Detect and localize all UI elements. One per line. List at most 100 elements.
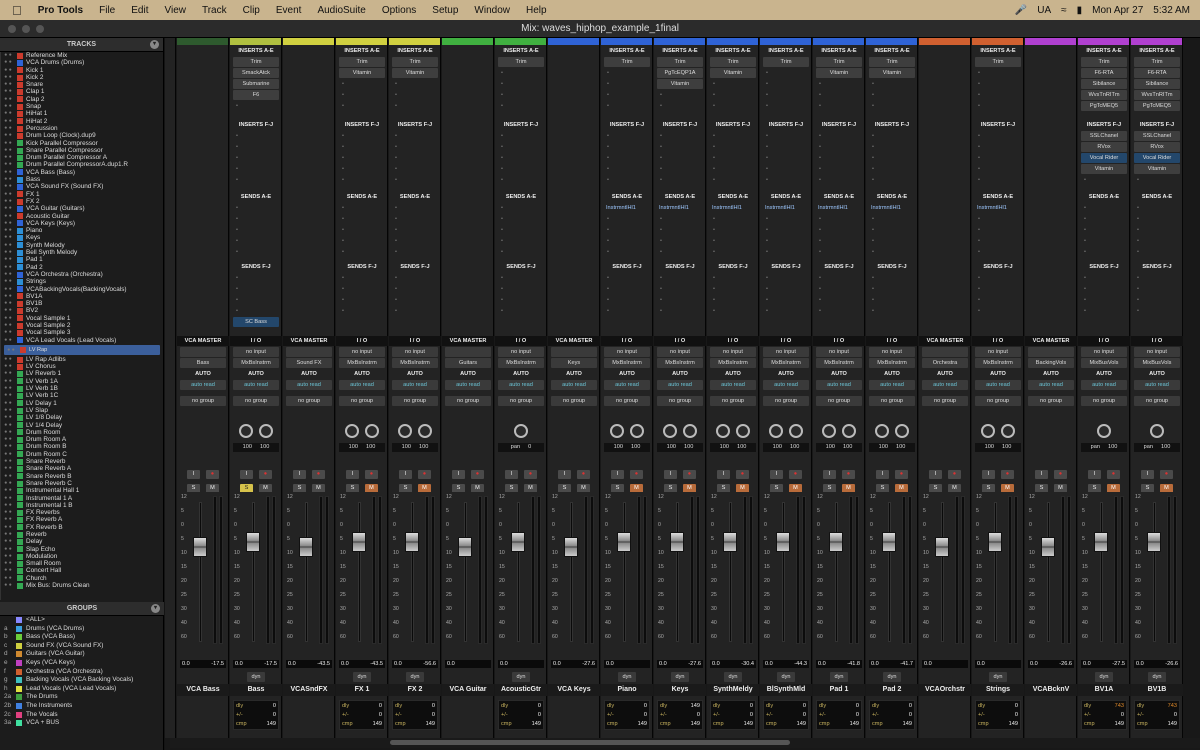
input-selector[interactable]: no input [869, 347, 915, 357]
empty-insert-slot[interactable]: • [816, 164, 862, 174]
show-hide-dot-icon[interactable]: ● ● [1, 473, 15, 480]
menu-event[interactable]: Event [268, 5, 310, 16]
insert-slot[interactable]: Vocal Rider [1081, 153, 1127, 163]
input-selector[interactable]: no input [392, 347, 438, 357]
empty-insert-slot[interactable]: • [657, 101, 703, 111]
empty-send-slot[interactable]: • [339, 306, 385, 316]
vca-assignment[interactable]: Sound FX [286, 358, 332, 368]
track-list-item[interactable]: ● ● LV Verb 1B [1, 385, 163, 392]
empty-insert-slot[interactable]: • [604, 101, 650, 111]
microphone-icon[interactable]: 🎤 [1010, 5, 1032, 16]
output-selector[interactable]: MxBsInstrm [498, 358, 544, 368]
empty-insert-slot[interactable]: • [233, 175, 279, 185]
menu-edit[interactable]: Edit [123, 5, 156, 16]
empty-insert-slot[interactable]: • [233, 101, 279, 111]
track-list-item[interactable]: ● ● LV Verb 1A [1, 378, 163, 385]
empty-send-slot[interactable]: • [604, 295, 650, 305]
empty-send-slot[interactable]: • [710, 306, 756, 316]
automation-mode-selector[interactable]: auto read [657, 380, 703, 390]
show-hide-dot-icon[interactable]: ● ● [1, 125, 15, 132]
battery-icon[interactable]: ▮ [1072, 5, 1088, 16]
empty-send-slot[interactable]: • [1134, 236, 1180, 246]
empty-send-slot[interactable]: • [869, 273, 915, 283]
menu-setup[interactable]: Setup [424, 5, 466, 16]
track-list-item[interactable]: ● ● Vocal Sample 3 [1, 329, 163, 336]
empty-insert-slot[interactable]: • [975, 90, 1021, 100]
pan-knob[interactable] [365, 424, 379, 438]
insert-slot[interactable]: Trim [392, 57, 438, 67]
empty-insert-slot[interactable]: • [763, 90, 809, 100]
insert-slot[interactable]: PgTcMEQ5 [1081, 101, 1127, 111]
empty-send-slot[interactable]: • [604, 306, 650, 316]
empty-insert-slot[interactable]: • [498, 79, 544, 89]
volume-fader[interactable] [617, 532, 631, 552]
empty-send-slot[interactable]: • [975, 214, 1021, 224]
show-hide-dot-icon[interactable]: ● ● [1, 315, 15, 322]
empty-send-slot[interactable]: • [710, 214, 756, 224]
track-list-item[interactable]: ● ● Reference Mix [1, 52, 163, 59]
group-selector[interactable]: no group [180, 396, 226, 406]
group-selector[interactable]: no group [869, 396, 915, 406]
show-hide-dot-icon[interactable]: ● ● [1, 234, 15, 241]
show-hide-dot-icon[interactable]: ● ● [1, 147, 15, 154]
track-name-plate[interactable]: AcousticGtr [495, 684, 547, 696]
track-list-item[interactable]: ● ● Synth Melody [1, 242, 163, 249]
group-list-item[interactable]: 2b The Instruments [0, 702, 164, 711]
output-selector[interactable]: MixBusVols [1081, 358, 1127, 368]
track-list-item[interactable]: ● ● Clap 1 [1, 88, 163, 95]
track-list-item[interactable]: ● ● Small Room [1, 560, 163, 567]
pan-knob[interactable] [1150, 424, 1164, 438]
vca-group-selector[interactable] [922, 347, 968, 357]
mute-button[interactable]: M [683, 484, 696, 492]
track-name-plate[interactable]: VCA Keys [548, 684, 600, 696]
empty-insert-slot[interactable]: • [763, 131, 809, 141]
menu-help[interactable]: Help [518, 5, 555, 16]
track-list-item[interactable]: ● ● Vocal Sample 1 [1, 315, 163, 322]
empty-send-slot[interactable]: • [1134, 295, 1180, 305]
automation-mode-selector[interactable]: auto read [1028, 380, 1074, 390]
pan-knob[interactable] [981, 424, 995, 438]
empty-insert-slot[interactable]: • [498, 90, 544, 100]
track-name-plate[interactable]: Pad 2 [866, 684, 918, 696]
insert-slot[interactable]: Vitamin [869, 68, 915, 78]
empty-send-slot[interactable]: • [392, 203, 438, 213]
group-selector[interactable]: no group [604, 396, 650, 406]
empty-insert-slot[interactable]: • [392, 90, 438, 100]
show-hide-dot-icon[interactable]: ● ● [1, 81, 15, 88]
empty-insert-slot[interactable]: • [710, 153, 756, 163]
group-selector[interactable]: no group [339, 396, 385, 406]
empty-insert-slot[interactable]: • [498, 164, 544, 174]
empty-send-slot[interactable]: • [498, 214, 544, 224]
show-hide-dot-icon[interactable]: ● ● [1, 356, 15, 363]
mute-button[interactable]: M [312, 484, 325, 492]
automation-mode-selector[interactable]: auto read [604, 380, 650, 390]
track-list-item[interactable]: ● ● Clap 2 [1, 96, 163, 103]
track-list-item[interactable]: ● ● HiHat 2 [1, 118, 163, 125]
automation-mode-selector[interactable]: auto read [869, 380, 915, 390]
empty-insert-slot[interactable]: • [604, 142, 650, 152]
show-hide-dot-icon[interactable]: ● ● [1, 52, 15, 59]
empty-send-slot[interactable]: • [657, 284, 703, 294]
empty-send-slot[interactable]: • [869, 225, 915, 235]
empty-insert-slot[interactable]: • [233, 164, 279, 174]
empty-insert-slot[interactable]: • [339, 79, 385, 89]
insert-slot[interactable]: Vitamin [657, 79, 703, 89]
track-list-item[interactable]: ● ● Snare Parallel Compressor [1, 147, 163, 154]
input-selector[interactable]: no input [233, 347, 279, 357]
track-name-plate[interactable]: BlSynthMld [760, 684, 812, 696]
empty-insert-slot[interactable]: • [604, 164, 650, 174]
insert-slot[interactable]: Vitamin [816, 68, 862, 78]
mute-button[interactable]: M [736, 484, 749, 492]
track-list-item[interactable]: ● ● LV Slap [1, 407, 163, 414]
scrollbar-thumb[interactable] [390, 740, 790, 745]
empty-send-slot[interactable]: • [1134, 214, 1180, 224]
track-name-plate[interactable]: BV1A [1078, 684, 1130, 696]
empty-insert-slot[interactable]: • [763, 164, 809, 174]
volume-fader[interactable] [564, 537, 578, 557]
group-selector[interactable]: no group [975, 396, 1021, 406]
track-list-item[interactable]: ● ● LV Chorus [1, 363, 163, 370]
solo-button[interactable]: S [929, 484, 942, 492]
empty-insert-slot[interactable]: • [498, 68, 544, 78]
insert-slot[interactable]: Vocal Rider [1134, 153, 1180, 163]
group-list[interactable]: <ALL> a Drums (VCA Drums) b Bass (VCA Bass) c… [0, 616, 164, 728]
